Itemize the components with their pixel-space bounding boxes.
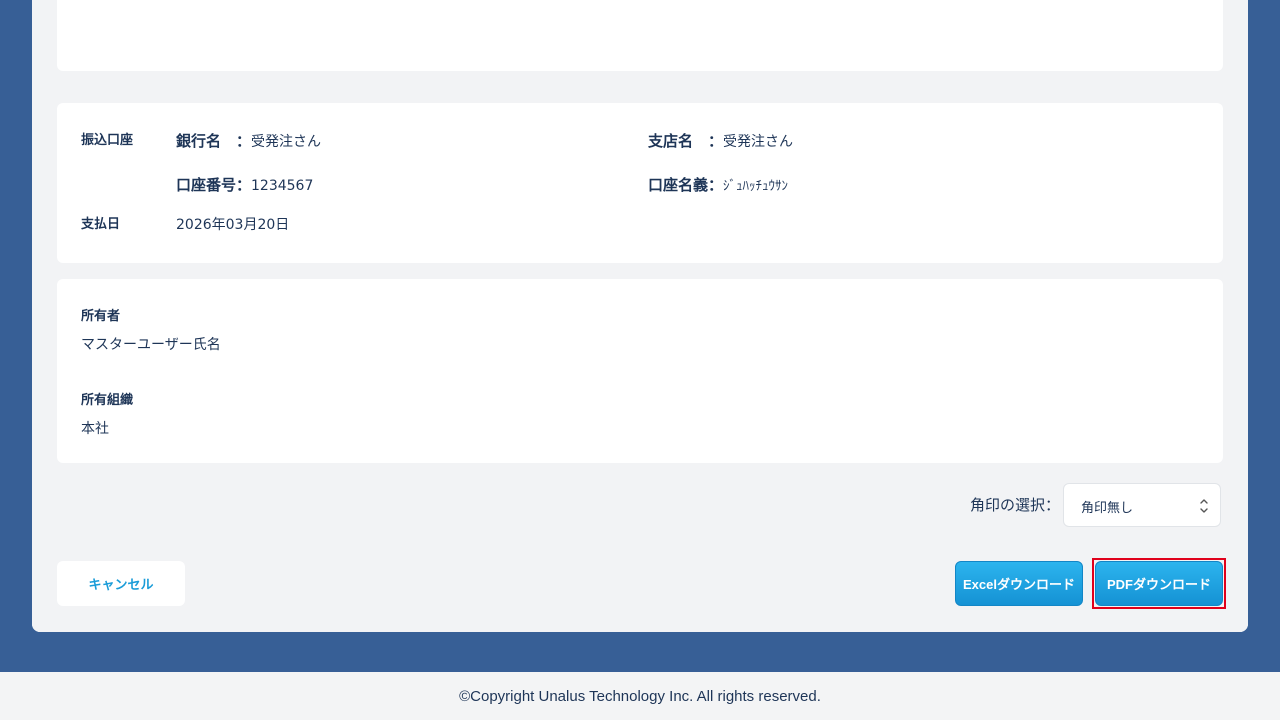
branch-name-value: 受発注さん	[723, 134, 794, 150]
bank-name-label: 銀行名 ：	[176, 132, 252, 150]
excel-download-button[interactable]: Excelダウンロード	[955, 561, 1083, 606]
bank-transfer-panel: 振込口座 銀行名 ：受発注さん 支店名 ：受発注さん 口座番号：1234567 …	[57, 103, 1223, 263]
account-holder-value: ｼﾞｭﾊｯﾁｭｳｻﾝ	[723, 179, 789, 194]
branch-name-label: 支店名 ：	[648, 132, 724, 150]
top-panel	[57, 0, 1223, 71]
branch-name-row: 支店名 ：受発注さん	[648, 130, 793, 151]
content-area: 振込口座 銀行名 ：受発注さん 支店名 ：受発注さん 口座番号：1234567 …	[32, 0, 1248, 632]
owner-value: マスターユーザー氏名	[81, 337, 221, 353]
owner-label: 所有者	[81, 309, 121, 324]
stamp-select-label: 角印の選択：	[970, 496, 1061, 514]
main-card: 振込口座 銀行名 ：受発注さん 支店名 ：受発注さん 口座番号：1234567 …	[32, 0, 1248, 632]
footer: ©Copyright Unalus Technology Inc. All ri…	[0, 672, 1280, 720]
org-label: 所有組織	[81, 393, 134, 408]
stamp-select[interactable]: 角印無し	[1063, 483, 1221, 527]
pdf-download-button[interactable]: PDFダウンロード	[1095, 561, 1223, 606]
owner-panel: 所有者 マスターユーザー氏名 所有組織 本社	[57, 279, 1223, 463]
cancel-button[interactable]: キャンセル	[57, 561, 185, 606]
account-holder-row: 口座名義：ｼﾞｭﾊｯﾁｭｳｻﾝ	[648, 174, 788, 195]
payment-date-label: 支払日	[81, 217, 121, 232]
account-number-value: 1234567	[251, 178, 314, 194]
account-number-label: 口座番号：	[176, 176, 252, 194]
chevron-up-down-icon	[1200, 499, 1208, 513]
copyright-text: ©Copyright Unalus Technology Inc. All ri…	[459, 687, 821, 705]
bank-name-row: 銀行名 ：受発注さん	[176, 130, 321, 151]
stamp-select-value: 角印無し	[1081, 501, 1134, 516]
account-number-row: 口座番号：1234567	[176, 174, 313, 195]
org-value: 本社	[81, 421, 109, 437]
account-holder-label: 口座名義：	[648, 176, 724, 194]
bank-name-value: 受発注さん	[251, 134, 322, 150]
payment-date-value: 2026年03月20日	[176, 217, 290, 233]
transfer-account-label: 振込口座	[81, 133, 134, 148]
